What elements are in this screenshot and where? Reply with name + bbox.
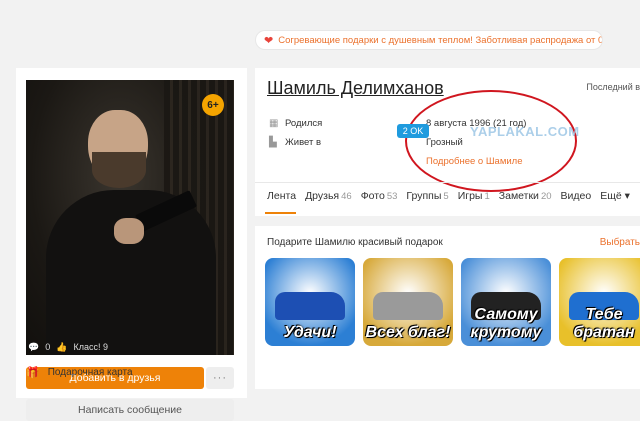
lives-label: ▙ Живет в <box>269 137 322 148</box>
tab-friends[interactable]: Друзья 46 <box>305 190 352 202</box>
sidebar-item-label: Подарочная карта <box>47 367 133 378</box>
send-message-button[interactable]: Написать сообщение <box>26 399 234 421</box>
active-tab-indicator <box>265 212 296 214</box>
gift-label: Тебе братан <box>573 306 635 341</box>
comment-icon: 💬 <box>28 341 40 352</box>
photo-figure-hand <box>114 218 144 244</box>
born-label: ▦ Родился <box>269 118 323 129</box>
age-badge: 6+ <box>202 94 224 116</box>
gift-item[interactable]: Удачи! <box>265 258 355 346</box>
gift-item[interactable]: Самому крутому <box>461 258 551 346</box>
gift-item[interactable]: Всех благ! <box>363 258 453 346</box>
tab-feed[interactable]: Лента <box>267 190 296 202</box>
watermark-text: YAPLAKAL.COM <box>470 124 580 139</box>
gift-label: Удачи! <box>283 324 337 341</box>
user-name[interactable]: Шамиль Делимханов <box>267 78 444 99</box>
tab-games[interactable]: Игры 1 <box>458 190 490 202</box>
tab-photos[interactable]: Фото 53 <box>361 190 398 202</box>
calendar-icon: ▦ <box>269 118 279 129</box>
like-icon: 👍 <box>56 341 68 352</box>
lives-value: Грозный <box>426 137 463 148</box>
buildings-icon: ▙ <box>269 137 277 148</box>
profile-info-card: Шамиль Делимханов Последний в ▦ Родился … <box>255 68 640 216</box>
gift-car-image <box>275 292 345 320</box>
gift-label: Всех благ! <box>365 324 451 341</box>
photo-figure-beard <box>92 152 146 188</box>
tab-video[interactable]: Видео <box>561 190 592 202</box>
gifts-choose-link[interactable]: Выбрать <box>600 237 640 248</box>
more-actions-button[interactable]: ··· <box>206 367 234 389</box>
photo-figure <box>46 190 216 355</box>
tab-notes[interactable]: Заметки 20 <box>499 190 552 202</box>
gift-car-image <box>373 292 443 320</box>
last-seen: Последний в <box>586 82 640 92</box>
like-count[interactable]: Класс! 9 <box>73 342 108 352</box>
gift-item[interactable]: Тебе братан <box>559 258 640 346</box>
sidebar-item-gift-card[interactable]: 🎁 Подарочная карта <box>26 366 133 379</box>
profile-photo[interactable]: 6+ 💬 0 👍 Класс! 9 <box>26 80 234 355</box>
promo-banner[interactable]: ❤ Согревающие подарки с душевным теплом!… <box>256 31 602 49</box>
comment-count[interactable]: 0 <box>45 342 50 352</box>
heart-icon: ❤ <box>264 34 274 47</box>
divider <box>255 182 640 183</box>
gift-icon: 🎁 <box>26 367 40 379</box>
profile-sidebar: 6+ 💬 0 👍 Класс! 9 Добавить в друзья ··· … <box>16 68 247 421</box>
gifts-title: Подарите Шамилю красивый подарок <box>267 237 443 248</box>
gift-price-badge[interactable]: 2 OK <box>397 124 429 138</box>
profile-tabs: Лента Друзья 46 Фото 53 Группы 5 Игры 1 Заме… <box>267 190 630 202</box>
tab-more[interactable]: Ещё ▾ <box>600 190 630 202</box>
photo-stats: 💬 0 👍 Класс! 9 <box>26 339 234 355</box>
tab-groups[interactable]: Группы 5 <box>406 190 448 202</box>
more-about-link[interactable]: Подробнее о Шамиле <box>426 156 522 167</box>
gifts-section: Подарите Шамилю красивый подарок Выбрать… <box>255 226 640 389</box>
gift-label: Самому крутому <box>470 306 542 341</box>
promo-text: Согревающие подарки с душевным теплом! З… <box>278 34 602 46</box>
